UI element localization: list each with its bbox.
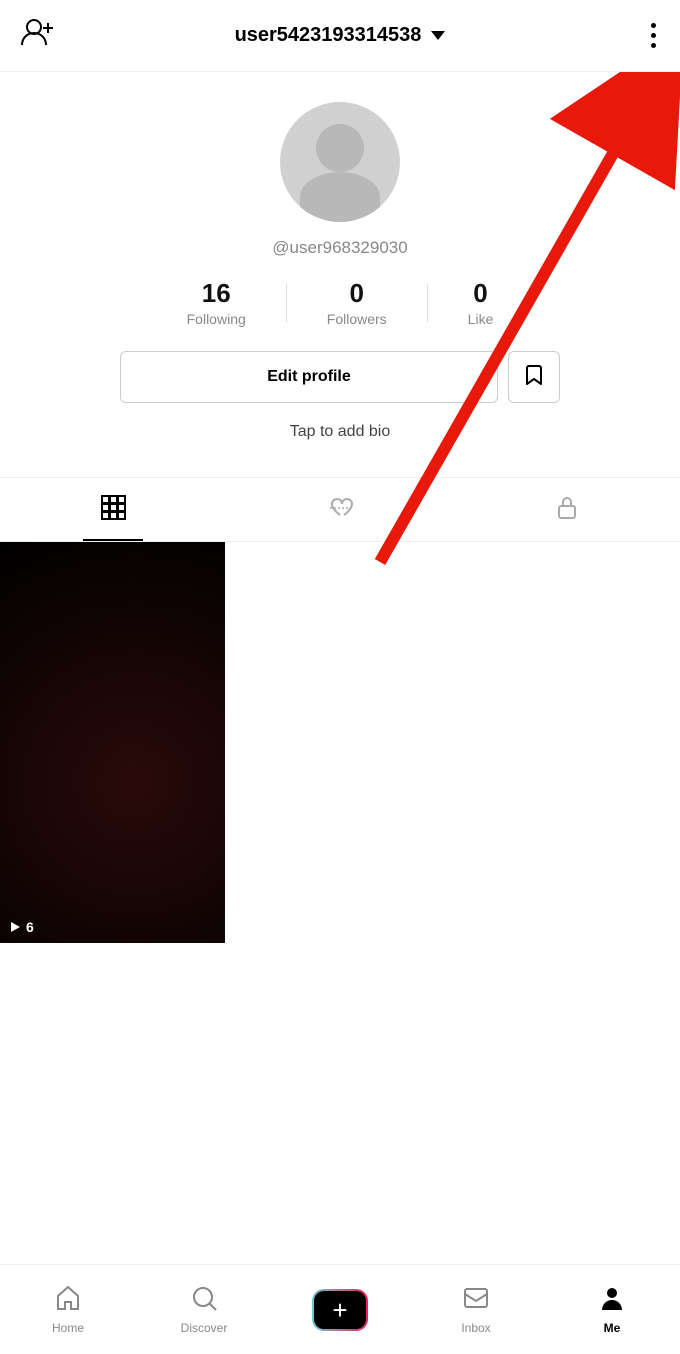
tab-liked[interactable] [227, 478, 454, 541]
profile-section: @user968329030 16 Following 0 Followers … [0, 72, 680, 471]
more-options-button[interactable] [647, 19, 660, 52]
edit-profile-button[interactable]: Edit profile [120, 351, 498, 403]
nav-home-label: Home [52, 1321, 84, 1335]
followers-stat[interactable]: 0 Followers [287, 278, 427, 327]
followers-label: Followers [327, 311, 387, 327]
top-nav: user5423193314538 [0, 0, 680, 72]
avatar[interactable] [280, 102, 400, 222]
video-thumbnail[interactable]: 6 [0, 542, 225, 943]
video-grid: 6 [0, 542, 680, 943]
likes-count: 0 [473, 278, 487, 309]
following-label: Following [187, 311, 246, 327]
add-user-button[interactable] [20, 15, 80, 56]
bookmark-button[interactable] [508, 351, 560, 403]
videos-grid-icon [100, 494, 126, 525]
following-stat[interactable]: 16 Following [147, 278, 286, 327]
likes-stat[interactable]: 0 Like [428, 278, 534, 327]
following-count: 16 [202, 278, 231, 309]
user-handle: @user968329030 [272, 238, 407, 258]
bio-placeholder[interactable]: Tap to add bio [290, 423, 391, 441]
nav-discover[interactable]: Discover [164, 1284, 244, 1335]
nav-home[interactable]: Home [28, 1284, 108, 1335]
tab-videos[interactable] [0, 478, 227, 541]
bottom-nav: Home Discover + Inbox [0, 1264, 680, 1354]
discover-icon [190, 1284, 218, 1317]
add-button[interactable]: + [312, 1289, 368, 1331]
username-text: user5423193314538 [235, 24, 422, 47]
likes-label: Like [468, 311, 494, 327]
bookmark-icon [522, 363, 546, 392]
liked-heart-icon [327, 494, 353, 525]
inbox-icon [462, 1284, 490, 1317]
me-icon [598, 1284, 626, 1317]
followers-count: 0 [349, 278, 363, 309]
lock-icon [554, 494, 580, 525]
video-play-count: 6 [8, 919, 34, 935]
profile-buttons: Edit profile [120, 351, 560, 403]
home-icon [54, 1284, 82, 1317]
nav-discover-label: Discover [181, 1321, 228, 1335]
avatar-head [316, 124, 364, 172]
stats-row: 16 Following 0 Followers 0 Like [20, 278, 660, 327]
nav-inbox-label: Inbox [461, 1321, 490, 1335]
avatar-body [300, 172, 380, 222]
nav-me-label: Me [604, 1321, 621, 1335]
chevron-down-icon [431, 31, 445, 40]
username-title[interactable]: user5423193314538 [235, 24, 446, 47]
tab-private[interactable] [453, 478, 680, 541]
plus-icon: + [332, 1297, 347, 1323]
content-tabs [0, 477, 680, 542]
nav-add[interactable]: + [300, 1289, 380, 1331]
nav-inbox[interactable]: Inbox [436, 1284, 516, 1335]
nav-me[interactable]: Me [572, 1284, 652, 1335]
